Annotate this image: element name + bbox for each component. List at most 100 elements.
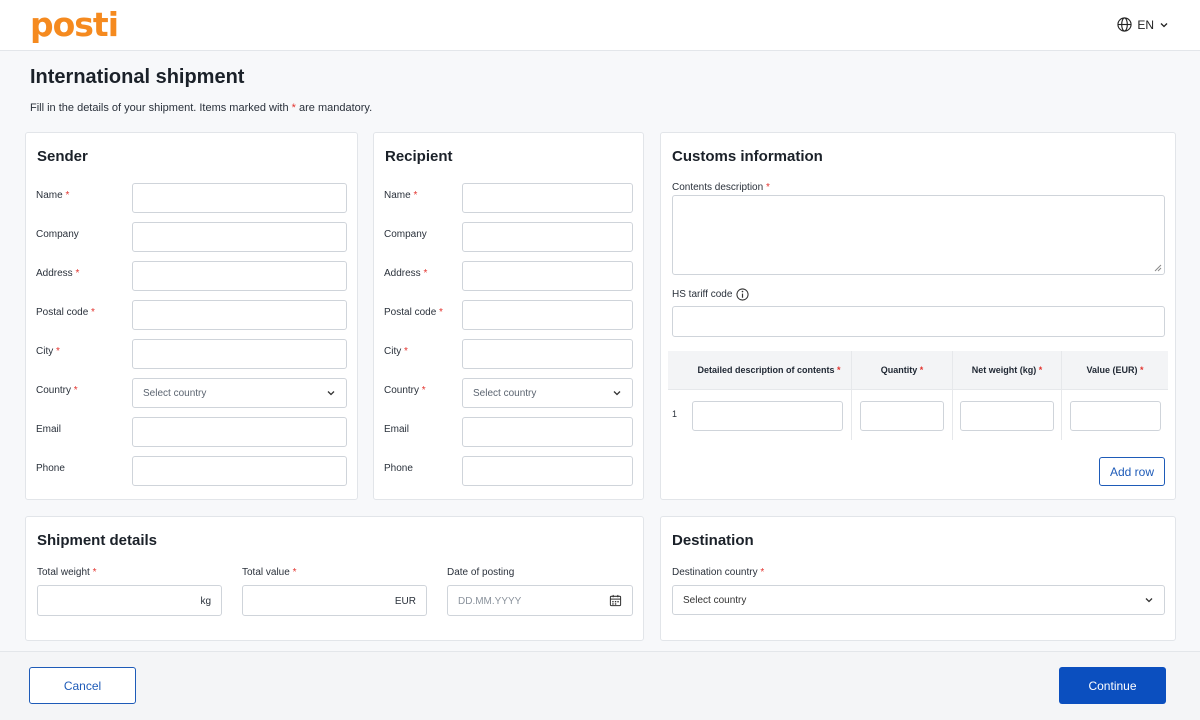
- customs-title: Customs information: [672, 148, 823, 165]
- recipient-country-placeholder: Select country: [473, 387, 537, 399]
- chevron-down-icon: [613, 391, 621, 396]
- recipient-postal-label: Postal code *: [384, 307, 443, 318]
- calendar-icon[interactable]: [609, 594, 622, 607]
- recipient-postal-input[interactable]: [462, 300, 633, 330]
- recipient-name-row: Name *: [374, 183, 643, 213]
- recipient-name-input[interactable]: [462, 183, 633, 213]
- recipient-city-row: City *: [374, 339, 643, 369]
- recipient-email-row: Email: [374, 417, 643, 447]
- destination-country-label: Destination country *: [672, 567, 765, 578]
- total-value-label: Total value *: [242, 567, 297, 578]
- recipient-company-input[interactable]: [462, 222, 633, 252]
- total-weight-input[interactable]: kg: [37, 585, 222, 616]
- value-currency: EUR: [394, 596, 416, 607]
- recipient-address-label: Address *: [384, 268, 428, 279]
- sender-postal-row: Postal code *: [26, 300, 357, 330]
- item-quantity-input[interactable]: [860, 401, 944, 431]
- sender-country-placeholder: Select country: [143, 387, 207, 399]
- recipient-phone-input[interactable]: [462, 456, 633, 486]
- sender-postal-input[interactable]: [132, 300, 347, 330]
- column-header-quantity: Quantity *: [880, 365, 924, 375]
- recipient-city-input[interactable]: [462, 339, 633, 369]
- info-icon[interactable]: [736, 288, 749, 301]
- sender-address-row: Address *: [26, 261, 357, 291]
- date-of-posting-label: Date of posting: [447, 567, 515, 578]
- destination-country-placeholder: Select country: [683, 594, 747, 606]
- item-value-input[interactable]: [1070, 401, 1161, 431]
- sender-company-input[interactable]: [132, 222, 347, 252]
- sender-postal-label: Postal code *: [36, 307, 95, 318]
- destination-card: Destination Destination country * Select…: [660, 516, 1176, 641]
- continue-button[interactable]: Continue: [1059, 667, 1166, 704]
- chevron-down-icon: [1160, 22, 1168, 27]
- total-weight-label: Total weight *: [37, 567, 97, 578]
- weight-unit: kg: [200, 596, 211, 607]
- chevron-down-icon: [1145, 598, 1153, 603]
- recipient-name-label: Name *: [384, 190, 418, 201]
- add-row-button[interactable]: Add row: [1099, 457, 1165, 486]
- recipient-city-label: City *: [384, 346, 408, 357]
- sender-company-row: Company: [26, 222, 357, 252]
- sender-email-row: Email: [26, 417, 357, 447]
- hs-tariff-input[interactable]: [672, 306, 1165, 337]
- recipient-email-input[interactable]: [462, 417, 633, 447]
- recipient-address-row: Address *: [374, 261, 643, 291]
- contents-description-label: Contents description *: [672, 182, 770, 193]
- customs-card: Customs information Contents description…: [660, 132, 1176, 500]
- destination-country-select[interactable]: Select country: [672, 585, 1165, 615]
- resize-handle-icon[interactable]: [1154, 264, 1162, 272]
- cancel-button[interactable]: Cancel: [29, 667, 136, 704]
- sender-title: Sender: [37, 148, 88, 165]
- shipment-details-card: Shipment details Total weight * kg Total…: [25, 516, 644, 641]
- sender-country-label: Country *: [36, 385, 78, 396]
- sender-name-label: Name *: [36, 190, 70, 201]
- shipment-details-title: Shipment details: [37, 532, 158, 549]
- recipient-country-label: Country *: [384, 385, 426, 396]
- recipient-phone-row: Phone: [374, 456, 643, 486]
- recipient-address-input[interactable]: [462, 261, 633, 291]
- table-row-number: 1: [672, 409, 678, 419]
- recipient-country-select[interactable]: Select country: [462, 378, 633, 408]
- item-description-input[interactable]: [692, 401, 843, 431]
- sender-city-input[interactable]: [132, 339, 347, 369]
- footer-bar: Cancel Continue: [0, 651, 1200, 720]
- recipient-company-label: Company: [384, 229, 427, 240]
- sender-name-input[interactable]: [132, 183, 347, 213]
- customs-items-table: Detailed description of contents * Quant…: [668, 351, 1168, 440]
- sender-country-row: Country * Select country: [26, 378, 357, 408]
- sender-email-label: Email: [36, 424, 62, 435]
- column-header-net-weight: Net weight (kg) *: [971, 365, 1043, 375]
- sender-city-row: City *: [26, 339, 357, 369]
- column-header-description: Detailed description of contents *: [697, 365, 841, 375]
- sender-email-input[interactable]: [132, 417, 347, 447]
- recipient-phone-label: Phone: [384, 463, 413, 474]
- sender-address-input[interactable]: [132, 261, 347, 291]
- contents-description-textarea[interactable]: [672, 195, 1165, 275]
- language-label: EN: [1137, 17, 1154, 32]
- column-header-value: Value (EUR) *: [1086, 365, 1144, 375]
- intro-text: Fill in the details of your shipment. It…: [30, 102, 373, 114]
- sender-phone-row: Phone: [26, 456, 357, 486]
- date-of-posting-input[interactable]: DD.MM.YYYY: [447, 585, 633, 616]
- destination-title: Destination: [672, 532, 754, 549]
- page-title: International shipment: [30, 66, 245, 88]
- recipient-card: Recipient Name * Company Address * Posta…: [373, 132, 644, 500]
- recipient-title: Recipient: [385, 148, 453, 165]
- total-value-input[interactable]: EUR: [242, 585, 427, 616]
- sender-address-label: Address *: [36, 268, 80, 279]
- language-selector[interactable]: EN: [1117, 17, 1169, 32]
- sender-country-select[interactable]: Select country: [132, 378, 347, 408]
- recipient-company-row: Company: [374, 222, 643, 252]
- globe-icon: [1117, 17, 1132, 32]
- sender-company-label: Company: [36, 229, 79, 240]
- sender-phone-label: Phone: [36, 463, 65, 474]
- posti-logo[interactable]: posti: [30, 6, 119, 44]
- item-net-weight-input[interactable]: [960, 401, 1054, 431]
- chevron-down-icon: [327, 391, 335, 396]
- recipient-email-label: Email: [384, 424, 410, 435]
- sender-name-row: Name *: [26, 183, 357, 213]
- sender-city-label: City *: [36, 346, 60, 357]
- hs-tariff-label: HS tariff code: [672, 288, 749, 301]
- top-bar: posti EN: [0, 0, 1200, 51]
- sender-phone-input[interactable]: [132, 456, 347, 486]
